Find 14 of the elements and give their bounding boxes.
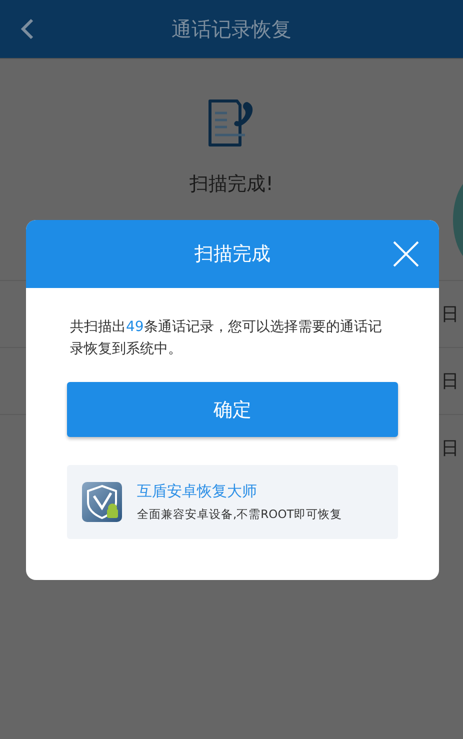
promo-card[interactable]: 互盾安卓恢复大师 全面兼容安卓设备,不需ROOT即可恢复 <box>67 465 398 539</box>
promo-title[interactable]: 互盾安卓恢复大师 <box>137 482 342 501</box>
row-text: 日 <box>441 370 459 393</box>
dialog-title: 扫描完成 <box>194 242 270 267</box>
row-text: 日 <box>441 437 459 460</box>
scan-status: 扫描完成! <box>190 172 274 197</box>
close-icon[interactable] <box>393 241 419 267</box>
page-title: 通话记录恢复 <box>172 16 292 42</box>
back-icon[interactable] <box>20 18 34 40</box>
row-text: 日 <box>441 303 459 326</box>
confirm-button[interactable]: 确定 <box>67 382 398 437</box>
promo-subtitle: 全面兼容安卓设备,不需ROOT即可恢复 <box>137 507 342 522</box>
app-icon <box>82 482 122 522</box>
dialog-message: 共扫描出49条通话记录，您可以选择需要的通话记录恢复到系统中。 <box>70 318 383 359</box>
